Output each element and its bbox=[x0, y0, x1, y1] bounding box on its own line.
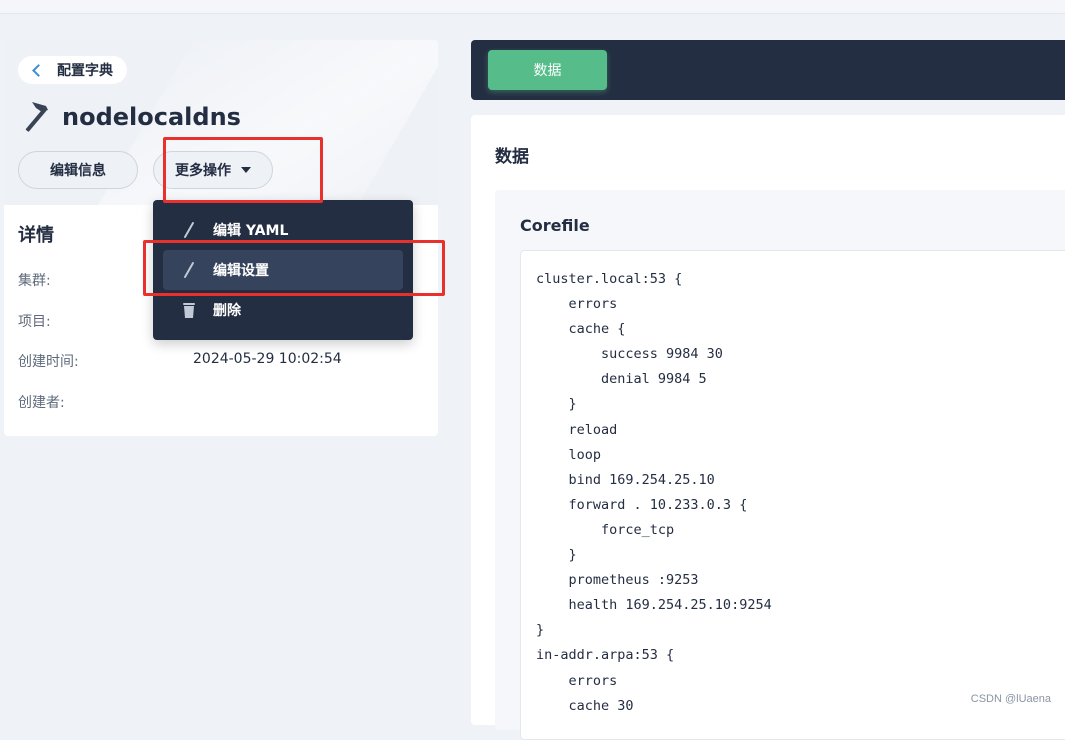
tab-bar: 数据 bbox=[471, 40, 1065, 100]
detail-value-created-time: 2024-05-29 10:02:54 bbox=[193, 351, 342, 367]
menu-item-edit-yaml[interactable]: 编辑 YAML bbox=[163, 210, 403, 250]
code-line: } bbox=[536, 622, 545, 639]
menu-item-label: 编辑 YAML bbox=[213, 223, 289, 239]
section-title: 数据 bbox=[495, 147, 529, 167]
top-bar bbox=[0, 0, 1065, 14]
caret-down-icon bbox=[241, 167, 251, 173]
back-label: 配置字典 bbox=[57, 63, 113, 79]
code-line: force_tcp bbox=[536, 521, 675, 538]
code-line: prometheus :9253 bbox=[536, 572, 699, 589]
code-line: errors bbox=[536, 296, 618, 313]
watermark: CSDN @lUaena bbox=[970, 693, 1051, 705]
tab-data-label: 数据 bbox=[533, 63, 562, 79]
trash-icon bbox=[183, 303, 195, 318]
more-actions-button[interactable]: 更多操作 bbox=[153, 151, 273, 189]
detail-label-cluster: 集群: bbox=[18, 273, 51, 289]
pencil-icon bbox=[184, 222, 194, 238]
page-title: nodelocaldns bbox=[62, 103, 241, 131]
menu-item-delete[interactable]: 删除 bbox=[163, 290, 403, 330]
pencil-icon bbox=[184, 262, 194, 278]
back-button[interactable]: 配置字典 bbox=[18, 56, 127, 84]
code-line: } bbox=[536, 547, 577, 564]
data-key-title: Corefile bbox=[520, 216, 590, 235]
details-title: 详情 bbox=[18, 225, 54, 246]
code-line: in-addr.arpa:53 { bbox=[536, 647, 675, 664]
edit-info-label: 编辑信息 bbox=[50, 163, 106, 179]
code-line: bind 169.254.25.10 bbox=[536, 471, 715, 488]
detail-label-project: 项目: bbox=[18, 314, 51, 330]
code-line: forward . 10.233.0.3 { bbox=[536, 496, 748, 513]
detail-label-creator: 创建者: bbox=[18, 395, 65, 411]
code-line: reload bbox=[536, 421, 618, 438]
code-line: errors bbox=[536, 672, 618, 689]
more-actions-menu: 编辑 YAML 编辑设置 删除 bbox=[153, 200, 413, 340]
code-line: loop bbox=[536, 446, 602, 463]
chevron-left-icon bbox=[32, 63, 45, 77]
tab-data[interactable]: 数据 bbox=[488, 50, 607, 90]
code-line: health 169.254.25.10:9254 bbox=[536, 597, 772, 614]
code-line: denial 9984 5 bbox=[536, 371, 707, 388]
code-line: cache { bbox=[536, 321, 626, 338]
menu-item-edit-settings[interactable]: 编辑设置 bbox=[163, 250, 403, 290]
code-line: cluster.local:53 { bbox=[536, 271, 683, 287]
edit-info-button[interactable]: 编辑信息 bbox=[18, 151, 138, 189]
data-panel: 数据 Corefile cluster.local:53 { errors ca… bbox=[471, 115, 1065, 740]
more-actions-label: 更多操作 bbox=[175, 163, 231, 179]
hammer-icon bbox=[25, 102, 48, 132]
menu-item-label: 删除 bbox=[213, 303, 241, 319]
code-line: } bbox=[536, 396, 577, 413]
menu-item-label: 编辑设置 bbox=[213, 263, 269, 279]
code-line: success 9984 30 bbox=[536, 346, 723, 363]
detail-label-created-time: 创建时间: bbox=[18, 354, 79, 370]
data-entry-card: Corefile cluster.local:53 { errors cache… bbox=[495, 190, 1065, 740]
title-row: nodelocaldns bbox=[20, 100, 241, 134]
code-block: cluster.local:53 { errors cache { succes… bbox=[520, 250, 1065, 740]
